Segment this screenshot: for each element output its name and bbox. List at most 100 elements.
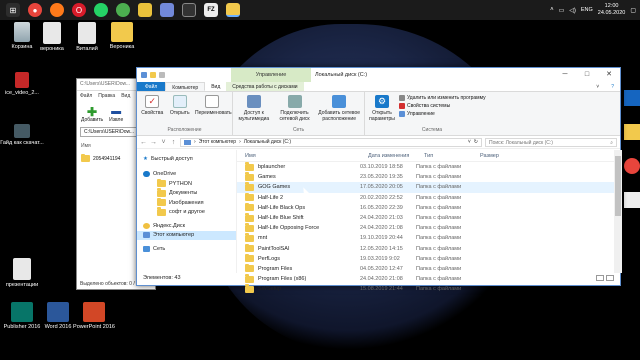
notes-icon[interactable]	[138, 3, 152, 17]
add-network-location-button[interactable]: Добавить сетевое расположение	[317, 94, 361, 122]
open-settings-button[interactable]: ⚙ Открыть параметры	[368, 94, 396, 122]
properties-icon[interactable]	[141, 72, 147, 78]
column-header-size[interactable]: Размер	[472, 153, 528, 159]
large-icons-view-icon[interactable]	[606, 275, 614, 281]
chevron-down-icon[interactable]: ˅	[468, 139, 471, 145]
management-link[interactable]: Управление	[399, 111, 486, 117]
file-row[interactable]: Games 23.05.2020 19:35 Папка с файлами	[237, 172, 622, 182]
terminal-icon[interactable]	[182, 3, 196, 17]
breadcrumb-local-disk[interactable]: Локальный диск (C:)	[244, 139, 291, 145]
vertical-scrollbar[interactable]	[614, 150, 622, 273]
network-icon[interactable]: ▭	[559, 7, 565, 14]
desktop-icon-guide[interactable]: Гайд как скачат...	[0, 124, 44, 147]
nav-folder[interactable]: Изображения	[137, 197, 236, 208]
column-header-name[interactable]: Имя	[237, 153, 360, 159]
column-header-type[interactable]: Тип	[416, 153, 472, 159]
file-row[interactable]: mnt 19.10.2019 20:44 Папка с файлами	[237, 233, 622, 243]
nav-label: Этот компьютер	[153, 232, 195, 239]
manage-tab[interactable]: Управление	[231, 68, 311, 82]
file-name: mnt	[258, 235, 268, 242]
explorer-icon[interactable]	[226, 3, 240, 17]
opera-icon[interactable]: O	[72, 3, 86, 17]
nav-onedrive[interactable]: OneDrive	[137, 170, 236, 180]
chevron-down-icon[interactable]: ˅	[590, 82, 605, 91]
file-type: Папка с файлами	[416, 235, 462, 242]
column-header-date[interactable]: Дата изменения	[360, 153, 416, 159]
tab-computer[interactable]: Компьютер	[165, 82, 206, 91]
open-button[interactable]: Открыть	[168, 94, 193, 116]
chevron-up-icon[interactable]: ˄	[550, 7, 554, 13]
file-row[interactable]: PerfLogs 19.03.2019 9:02 Папка с файлами	[237, 253, 622, 264]
new-folder-icon[interactable]	[150, 72, 156, 78]
nav-network[interactable]: Сеть	[137, 244, 236, 254]
search-box[interactable]: Поиск: Локальный диск (C:) ⌕	[485, 137, 617, 147]
file-row[interactable]: SWSetup 15.08.2019 21:44 Папка с файлами	[237, 284, 622, 294]
file-type: Папка с файлами	[416, 225, 462, 232]
nav-this-pc[interactable]: Этот компьютер	[137, 230, 236, 240]
tab-drive-tools[interactable]: Средства работы с дисками	[226, 82, 304, 91]
nav-yandex-disk[interactable]: Яндекс.Диск	[137, 221, 236, 231]
back-arrow-icon[interactable]: ←	[140, 139, 147, 146]
menu-item-file[interactable]: Файл	[80, 93, 92, 99]
menu-item-view[interactable]: Вид	[121, 93, 130, 99]
nav-folder[interactable]: PYTHON	[137, 178, 236, 189]
media-access-button[interactable]: Доступ к мультимедиа	[236, 94, 272, 122]
desktop-icon-presentations[interactable]: презентации	[0, 258, 44, 289]
firefox-icon[interactable]	[50, 3, 64, 17]
file-row[interactable]: Half-Life Black Ops 16.05.2020 22:39 Папка…	[237, 202, 622, 213]
rename-button[interactable]: Переименовать	[195, 94, 232, 116]
explorer-window[interactable]: Управление Локальный диск (C:) ─ □ ✕ Фай…	[136, 67, 622, 293]
minimize-button[interactable]: ─	[554, 68, 576, 82]
forward-arrow-icon[interactable]: →	[150, 139, 157, 146]
properties-button-label: Свойства	[141, 110, 164, 116]
file-row[interactable]: GOG Games 17.05.2020 20:05 Папка с файлами	[237, 182, 622, 193]
desktop-icon-video[interactable]: ice_video_2...	[0, 72, 44, 97]
desktop-icon-powerpoint[interactable]: PowerPoint 2016	[72, 302, 116, 331]
notifications-icon[interactable]: ▢	[630, 7, 636, 14]
up-arrow-icon[interactable]: ↑	[170, 139, 177, 146]
app-icon[interactable]	[624, 124, 640, 140]
nav-folder[interactable]: Документы	[137, 188, 236, 199]
app-icon[interactable]	[624, 192, 640, 208]
extract-button[interactable]: ▬ Извле	[109, 107, 123, 124]
file-row[interactable]: PaintToolSAI 12.05.2020 14:15 Папка с файл…	[237, 243, 622, 254]
whatsapp-icon[interactable]	[94, 3, 108, 17]
refresh-icon[interactable]: ↻	[474, 139, 478, 145]
undo-icon[interactable]	[159, 72, 165, 78]
details-view-icon[interactable]	[596, 275, 604, 281]
address-bar[interactable]: › Этот компьютер › Локальный диск (C:) ˅…	[180, 137, 482, 147]
map-network-drive-button[interactable]: Подключить сетевой диск	[275, 94, 315, 122]
discord-icon[interactable]	[160, 3, 174, 17]
menu-item-edit[interactable]: Правка	[98, 93, 115, 99]
chevron-down-icon[interactable]: ˅	[160, 139, 167, 146]
add-button[interactable]: ✚ Добавить	[81, 106, 103, 123]
language-indicator[interactable]: ENG	[581, 7, 593, 13]
clock[interactable]: 12:00 24.05.2020	[598, 3, 626, 17]
file-name: GOG Games	[258, 184, 291, 191]
chrome-icon[interactable]	[624, 158, 640, 174]
file-row[interactable]: Half-Life 2 20.02.2020 22:52 Папка с файла…	[237, 192, 622, 203]
app-icon[interactable]	[624, 90, 640, 106]
start-icon[interactable]: ⊞	[6, 3, 20, 17]
breadcrumb-this-pc[interactable]: Этот компьютер	[199, 139, 236, 145]
file-row[interactable]: Half-Life Opposing Force 24.04.2020 21:08…	[237, 223, 622, 233]
desktop-icon-folder[interactable]: Вероника	[100, 22, 144, 51]
chrome-icon[interactable]	[116, 3, 130, 17]
tab-file[interactable]: Файл	[137, 82, 166, 91]
nav-folder[interactable]: софт и другое	[137, 207, 236, 218]
volume-icon[interactable]: ◁)	[569, 7, 576, 14]
uninstall-program-link[interactable]: Удалить или изменить программу	[399, 95, 486, 101]
properties-button[interactable]: ✓ Свойства	[140, 94, 165, 116]
chrome-icon[interactable]: ●	[28, 3, 42, 17]
tab-view[interactable]: Вид	[205, 82, 226, 91]
close-button[interactable]: ✕	[598, 68, 620, 82]
file-row[interactable]: bplauncher 03.10.2019 18:58 Папка с файлам…	[237, 162, 622, 172]
help-icon[interactable]: ?	[605, 82, 620, 91]
system-properties-link[interactable]: Свойства системы	[399, 103, 486, 109]
nav-quick-access[interactable]: ★ Быстрый доступ	[137, 154, 236, 164]
file-row[interactable]: Half-Life Blue Shift 24.04.2020 21:03 Папк…	[237, 213, 622, 223]
scrollbar-thumb[interactable]	[615, 156, 621, 216]
fz-icon[interactable]: FZ	[204, 3, 218, 17]
maximize-button[interactable]: □	[576, 68, 598, 82]
folder-icon	[157, 178, 166, 188]
